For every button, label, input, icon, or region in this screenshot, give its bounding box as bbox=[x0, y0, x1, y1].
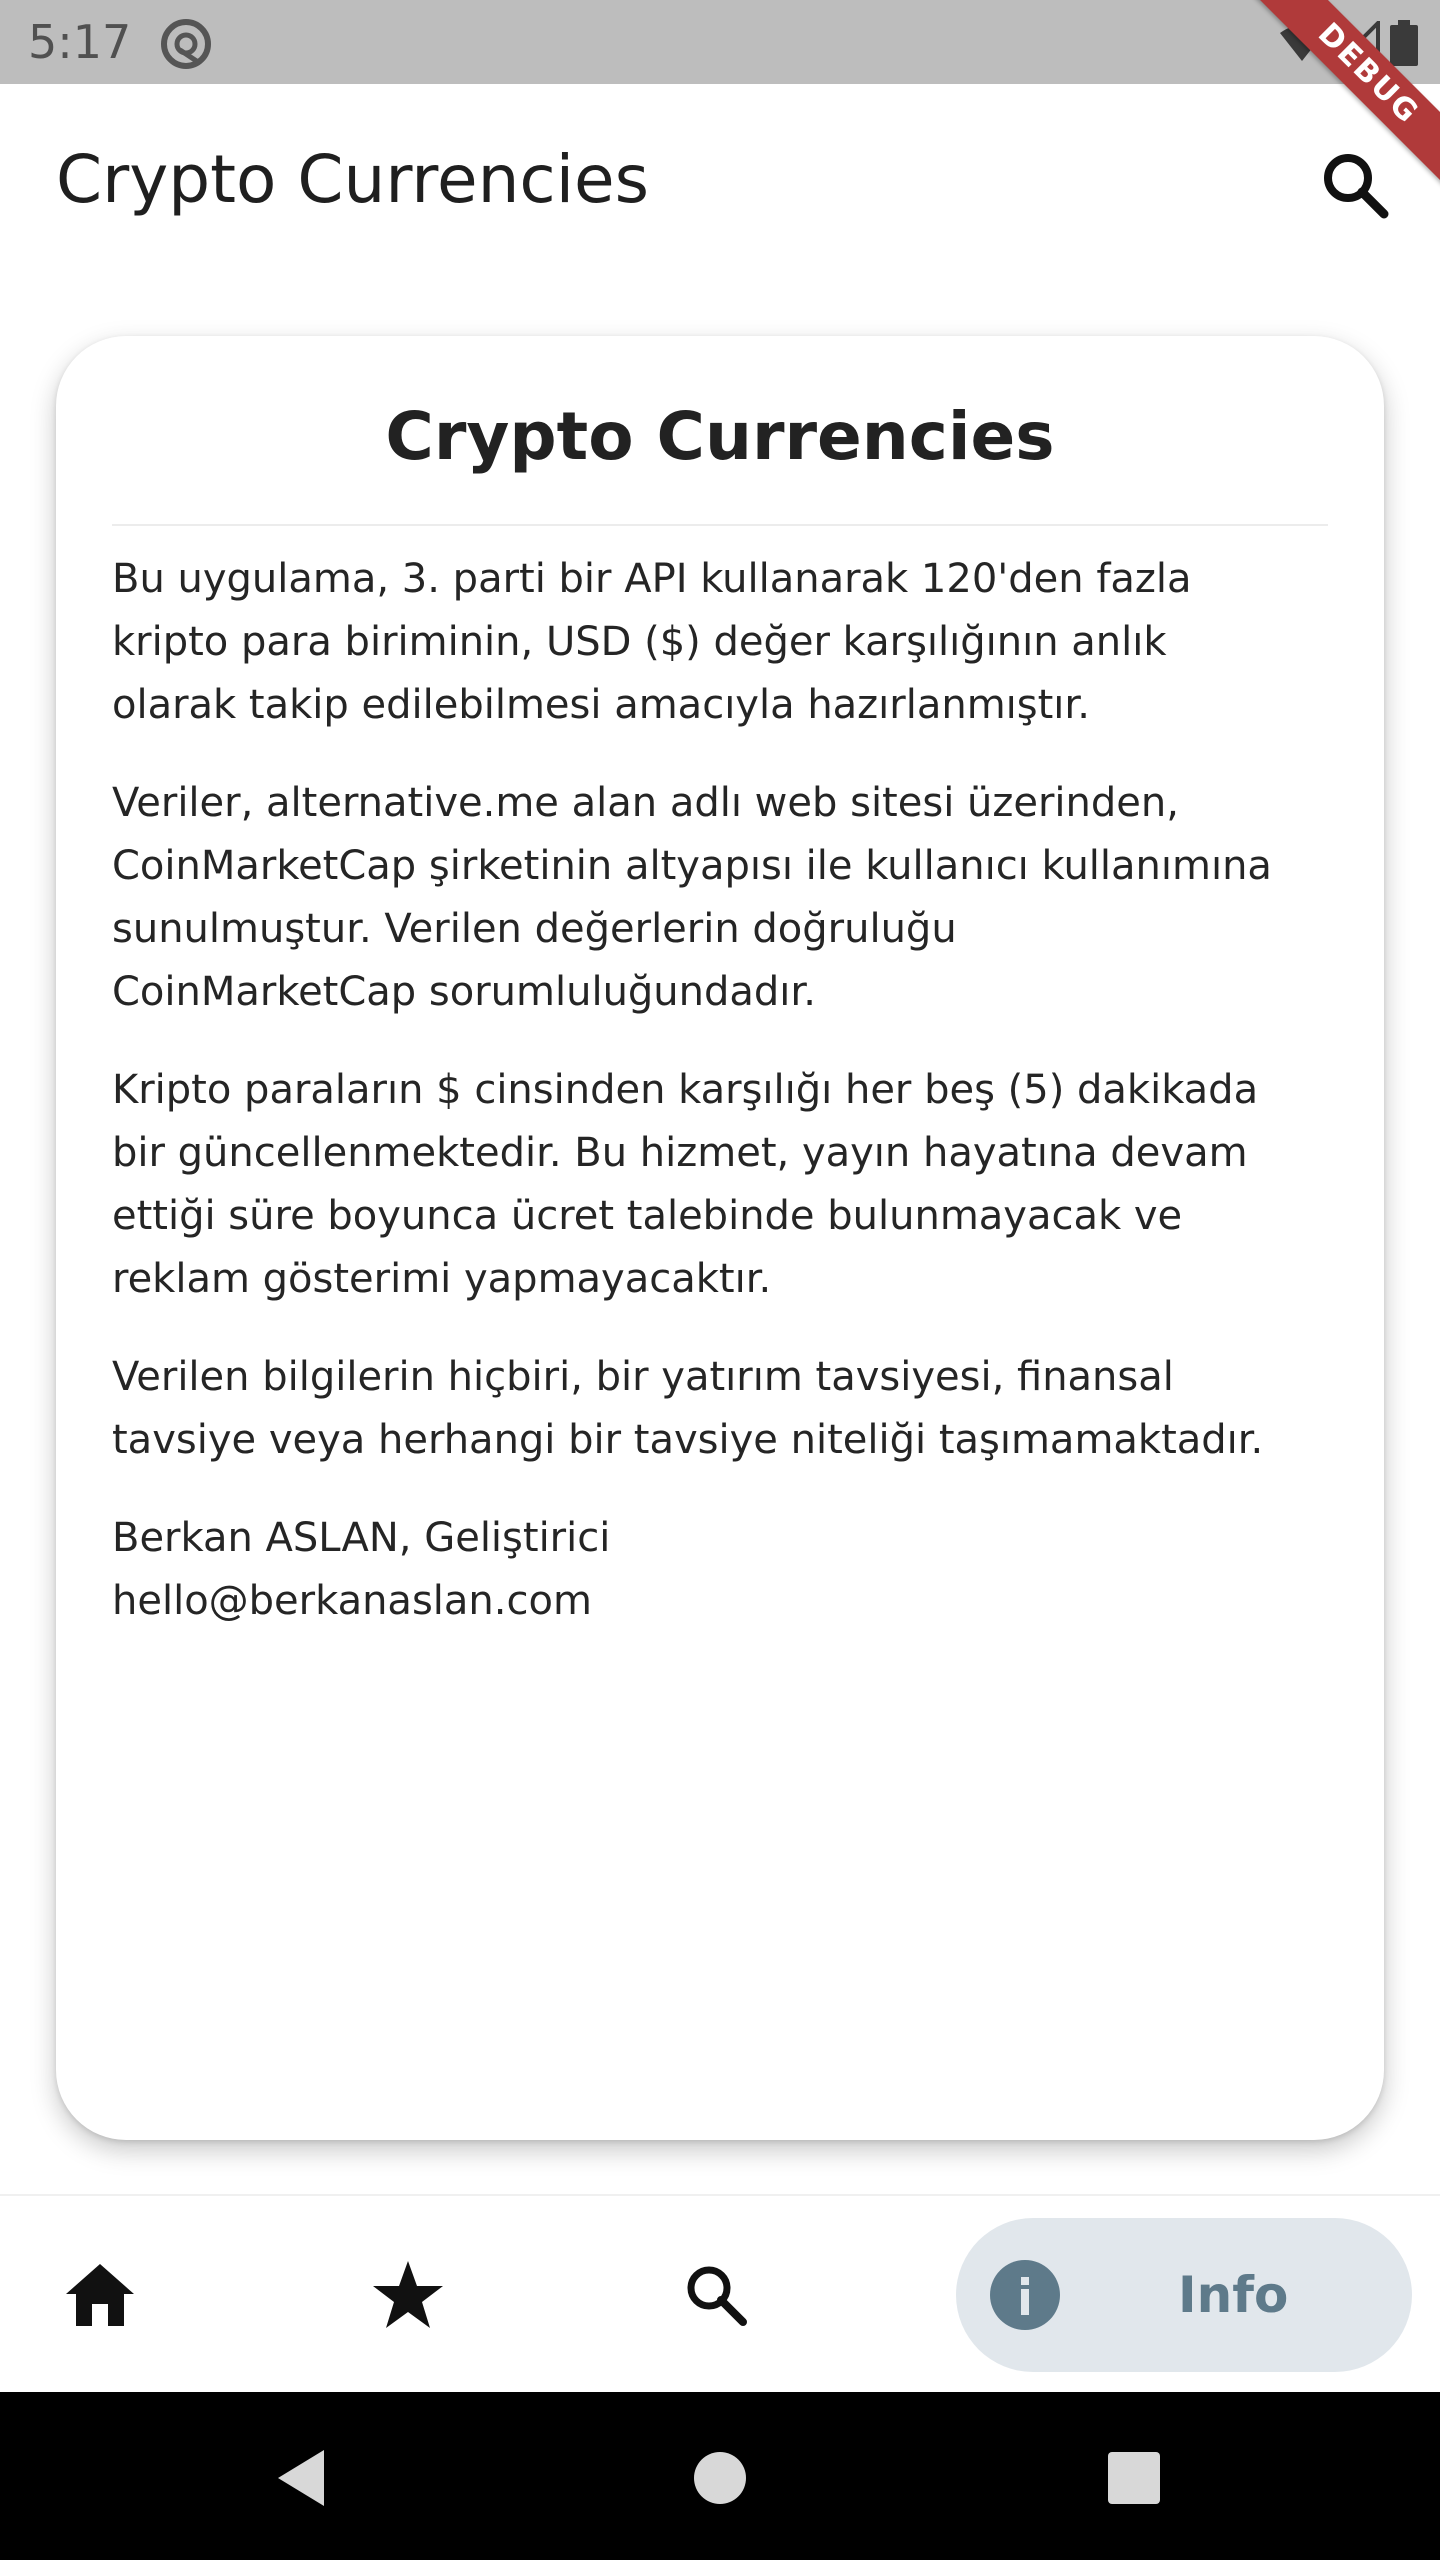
search-icon bbox=[687, 2266, 747, 2326]
text-line: CoinMarketCap sorumluluğundadır. bbox=[112, 969, 816, 1015]
debug-banner-label: DEBUG bbox=[1244, 0, 1440, 198]
debug-banner: DEBUG bbox=[1220, 0, 1440, 220]
paragraph-developer: Berkan ASLAN, Geliştirici hello@berkanas… bbox=[112, 1507, 1332, 1633]
nav-info-button[interactable]: Info bbox=[956, 2218, 1412, 2372]
paragraph-update-frequency: Kripto paraların $ cinsinden karşılığı h… bbox=[112, 1059, 1332, 1311]
nav-search-button[interactable] bbox=[656, 2196, 776, 2394]
bottom-nav: Info bbox=[0, 2194, 1440, 2392]
paragraph-intro: Bu uygulama, 3. parti bir API kullanarak… bbox=[112, 548, 1332, 737]
star-icon bbox=[373, 2261, 443, 2328]
text-line: CoinMarketCap şirketinin altyapısı ile k… bbox=[112, 843, 1272, 889]
paragraph-disclaimer: Verilen bilgilerin hiçbiri, bir yatırım … bbox=[112, 1346, 1332, 1472]
text-line: tavsiye veya herhangi bir tavsiye niteli… bbox=[112, 1417, 1264, 1463]
nav-favorites-button[interactable] bbox=[348, 2196, 468, 2394]
card-body: Bu uygulama, 3. parti bir API kullanarak… bbox=[112, 548, 1332, 1668]
developer-name: Berkan ASLAN, Geliştirici bbox=[112, 1515, 611, 1561]
card-title: Crypto Currencies bbox=[385, 398, 1055, 475]
text-line: Veriler, alternative.me alan adlı web si… bbox=[112, 780, 1179, 826]
text-line: olarak takip edilebilmesi amacıyla hazır… bbox=[112, 682, 1090, 728]
text-line: Bu uygulama, 3. parti bir API kullanarak… bbox=[112, 556, 1192, 602]
text-line: kripto para biriminin, USD ($) değer kar… bbox=[112, 619, 1167, 665]
back-icon bbox=[278, 2450, 324, 2506]
text-line: Verilen bilgilerin hiçbiri, bir yatırım … bbox=[112, 1354, 1174, 1400]
text-line: bir güncellenmektedir. Bu hizmet, yayın … bbox=[112, 1130, 1248, 1176]
developer-email: hello@berkanaslan.com bbox=[112, 1578, 592, 1624]
nav-info-label: Info bbox=[1178, 2266, 1289, 2324]
card-divider bbox=[112, 524, 1328, 526]
home-circle-icon bbox=[694, 2452, 746, 2504]
at-sign-icon bbox=[161, 19, 211, 69]
system-home-button[interactable] bbox=[684, 2442, 756, 2514]
text-line: ettiği süre boyunca ücret talebinde bulu… bbox=[112, 1193, 1183, 1239]
system-nav-bar bbox=[0, 2392, 1440, 2560]
system-back-button[interactable] bbox=[266, 2442, 338, 2514]
nav-home-button[interactable] bbox=[40, 2196, 160, 2394]
text-line: Kripto paraların $ cinsinden karşılığı h… bbox=[112, 1067, 1259, 1113]
page-title: Crypto Currencies bbox=[56, 141, 650, 218]
paragraph-data-source: Veriler, alternative.me alan adlı web si… bbox=[112, 772, 1332, 1024]
info-icon bbox=[990, 2260, 1060, 2330]
app-screen: 5:17 DEBUG Crypto Currencies Crypto Curr… bbox=[0, 0, 1440, 2560]
recents-icon bbox=[1108, 2452, 1160, 2504]
info-card: Crypto Currencies Bu uygulama, 3. parti … bbox=[56, 336, 1384, 2140]
text-line: reklam gösterimi yapmayacaktır. bbox=[112, 1256, 772, 1302]
system-recents-button[interactable] bbox=[1098, 2442, 1170, 2514]
status-time: 5:17 bbox=[28, 15, 132, 69]
text-line: sunulmuştur. Verilen değerlerin doğruluğ… bbox=[112, 906, 957, 952]
home-icon bbox=[66, 2264, 134, 2326]
